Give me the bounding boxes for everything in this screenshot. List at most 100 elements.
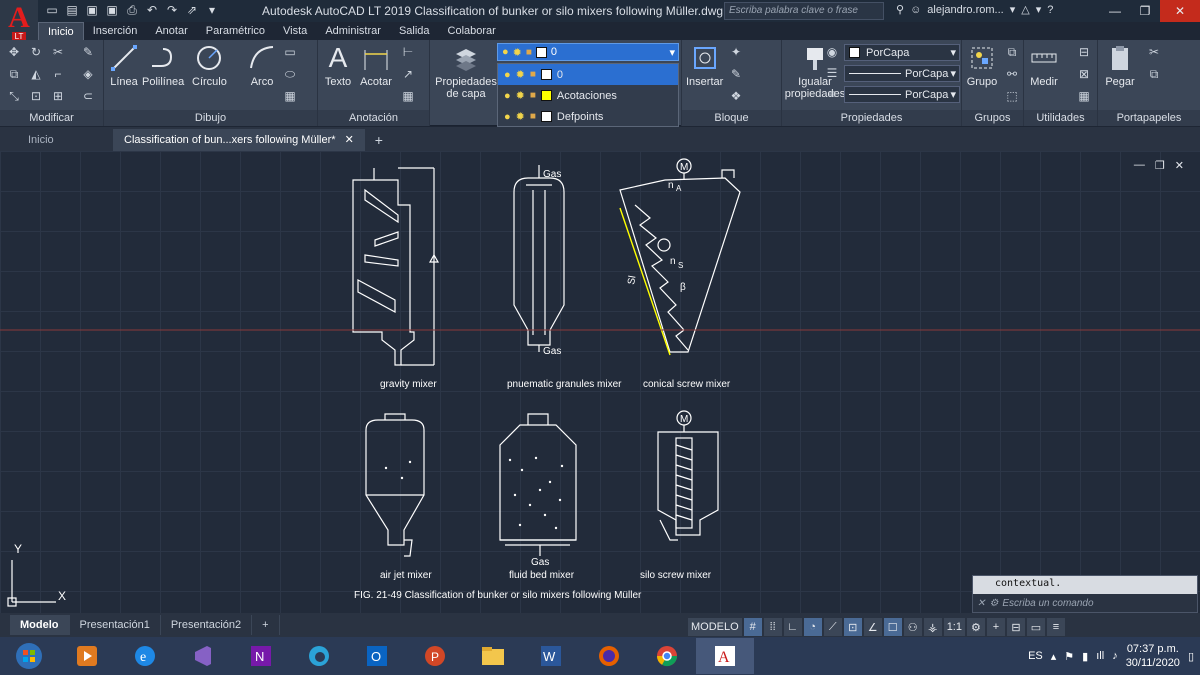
group-edit-icon[interactable]: ⚯ xyxy=(1004,66,1020,82)
stretch-icon[interactable]: ⤡ xyxy=(6,88,22,104)
lock-icon[interactable]: ■ xyxy=(530,90,536,101)
undo-icon[interactable]: ↶ xyxy=(144,2,160,18)
signal-icon[interactable]: ıll xyxy=(1096,650,1104,662)
windows-start-icon[interactable] xyxy=(0,638,58,674)
create-block-icon[interactable]: ✦ xyxy=(728,44,744,60)
command-input[interactable]: ✕ ⚙ Escriba un comando xyxy=(973,594,1197,612)
tab-parametrico[interactable]: Paramétrico xyxy=(197,22,274,40)
dimension-tool-button[interactable]: Acotar xyxy=(360,42,392,88)
trim-icon[interactable]: ✂ xyxy=(50,44,66,60)
tab-administrar[interactable]: Administrar xyxy=(316,22,390,40)
chevron-down-icon[interactable]: ▾ xyxy=(1010,3,1016,16)
panel-title-propiedades[interactable]: Propiedades xyxy=(782,110,961,126)
group-button[interactable]: Grupo xyxy=(966,42,998,88)
grid-icon[interactable]: # xyxy=(743,618,762,636)
notifications-icon[interactable]: ▯ xyxy=(1188,650,1194,663)
select-all-icon[interactable]: ⊠ xyxy=(1076,66,1092,82)
layout-tab-presentacion1[interactable]: Presentación1 xyxy=(70,615,161,635)
bulb-icon[interactable]: ● xyxy=(504,90,511,102)
calculator-icon[interactable]: ▦ xyxy=(1076,88,1092,104)
polyline-tool-button[interactable]: Polilínea xyxy=(142,42,184,88)
erase-icon[interactable]: ✎ xyxy=(80,44,96,60)
annotation-visibility-icon[interactable]: ⚇ xyxy=(903,618,922,636)
group-select-icon[interactable]: ⬚ xyxy=(1004,88,1020,104)
close-icon[interactable]: ✕ xyxy=(977,598,985,609)
annotation-scale-icon[interactable]: ⚶ xyxy=(923,618,942,636)
sun-icon[interactable]: ✹ xyxy=(516,89,525,102)
scale-icon[interactable]: ⊡ xyxy=(28,88,44,104)
ortho-icon[interactable]: ∟ xyxy=(783,618,802,636)
panel-title-grupos[interactable]: Grupos xyxy=(962,110,1023,126)
array-icon[interactable]: ⊞ xyxy=(50,88,66,104)
ellipse-icon[interactable]: ⬭ xyxy=(282,66,298,82)
isodraft-icon[interactable]: ⟋ xyxy=(823,618,842,636)
search-input[interactable]: Escriba palabra clave o frase xyxy=(724,2,884,20)
minimize-icon[interactable]: — xyxy=(1100,0,1130,22)
linetype-combo[interactable]: PorCapa ▾ xyxy=(844,65,960,82)
insert-block-button[interactable]: Insertar xyxy=(686,42,723,88)
layout-tab-presentacion2[interactable]: Presentación2 xyxy=(161,615,253,635)
edit-block-icon[interactable]: ✎ xyxy=(728,66,744,82)
powerpoint-icon[interactable]: P xyxy=(406,638,464,674)
mirror-icon[interactable]: ◭ xyxy=(28,66,44,82)
circle-tool-button[interactable]: Círculo xyxy=(192,42,227,88)
object-snap-tracking-icon[interactable]: ∠ xyxy=(863,618,882,636)
cut-icon[interactable]: ✂ xyxy=(1146,44,1162,60)
edge-icon[interactable] xyxy=(290,638,348,674)
customize-menu-icon[interactable]: ≡ xyxy=(1046,618,1065,636)
table-icon[interactable]: ▦ xyxy=(400,88,416,104)
fillet-icon[interactable]: ⌐ xyxy=(50,66,66,82)
layer-item-acotaciones[interactable]: ● ✹ ■ Acotaciones xyxy=(498,85,678,106)
rotate-icon[interactable]: ↻ xyxy=(28,44,44,60)
new-tab-plus-icon[interactable]: + xyxy=(369,131,389,149)
panel-title-portapapeles[interactable]: Portapapeles xyxy=(1098,110,1200,126)
tab-salida[interactable]: Salida xyxy=(390,22,439,40)
plus-icon[interactable]: + xyxy=(986,618,1005,636)
offset-icon[interactable]: ⊂ xyxy=(80,88,96,104)
application-menu-button[interactable]: A LT xyxy=(0,0,38,44)
lock-icon[interactable]: ■ xyxy=(530,69,536,80)
panel-title-utilidades[interactable]: Utilidades xyxy=(1024,110,1097,126)
autodesk-triangle-icon[interactable]: △ xyxy=(1021,3,1029,16)
drawing-canvas[interactable]: — ❐ ✕ gravity mixer pnuematic granules m… xyxy=(0,151,1200,613)
share-icon[interactable]: ⇗ xyxy=(184,2,200,18)
print-icon[interactable]: ⎙ xyxy=(124,2,140,18)
media-player-icon[interactable] xyxy=(58,638,116,674)
word-icon[interactable]: W xyxy=(522,638,580,674)
polar-icon[interactable]: ◔ xyxy=(803,618,822,636)
clean-screen-icon[interactable]: ▭ xyxy=(1026,618,1045,636)
lineweight-combo[interactable]: PorCapa ▾ xyxy=(844,86,960,103)
restore-icon[interactable]: ❐ xyxy=(1130,0,1160,22)
close-icon[interactable]: ✕ xyxy=(1160,0,1200,22)
outlook-icon[interactable]: O xyxy=(348,638,406,674)
ungroup-icon[interactable]: ⧉ xyxy=(1004,44,1020,60)
visual-studio-icon[interactable] xyxy=(174,638,232,674)
redo-icon[interactable]: ↷ xyxy=(164,2,180,18)
scale-button[interactable]: 1:1 xyxy=(943,618,965,636)
hatch-icon[interactable]: ▦ xyxy=(282,88,298,104)
panel-title-modificar[interactable]: Modificar xyxy=(0,110,103,126)
arc-tool-button[interactable]: Arco xyxy=(246,42,278,88)
bulb-icon[interactable]: ● xyxy=(504,69,511,81)
internet-explorer-icon[interactable]: e xyxy=(116,638,174,674)
layer-combo[interactable]: ● ✹ ■ 0 ▾ xyxy=(497,43,679,61)
bulb-icon[interactable]: ● xyxy=(504,111,511,123)
language-indicator[interactable]: ES xyxy=(1028,650,1043,662)
dynamic-input-icon[interactable]: ☐ xyxy=(883,618,902,636)
move-icon[interactable]: ✥ xyxy=(6,44,22,60)
qat-customize-icon[interactable]: ▾ xyxy=(204,2,220,18)
model-space-button[interactable]: MODELO xyxy=(688,618,742,636)
text-tool-button[interactable]: A Texto xyxy=(322,42,354,89)
save-icon[interactable]: ▣ xyxy=(84,2,100,18)
rectangle-icon[interactable]: ▭ xyxy=(282,44,298,60)
gear-icon[interactable]: ⚙ xyxy=(966,618,985,636)
new-file-icon[interactable]: ▭ xyxy=(44,2,60,18)
doc-tab-start[interactable]: Inicio xyxy=(18,129,114,151)
onenote-icon[interactable]: N xyxy=(232,638,290,674)
quick-select-icon[interactable]: ⊟ xyxy=(1076,44,1092,60)
panel-title-bloque[interactable]: Bloque xyxy=(682,110,781,126)
add-layout-plus-icon[interactable]: + xyxy=(252,615,280,635)
tray-expand-icon[interactable]: ▴ xyxy=(1051,650,1057,663)
tab-inicio[interactable]: Inicio xyxy=(38,22,84,40)
isolate-icon[interactable]: ⊟ xyxy=(1006,618,1025,636)
